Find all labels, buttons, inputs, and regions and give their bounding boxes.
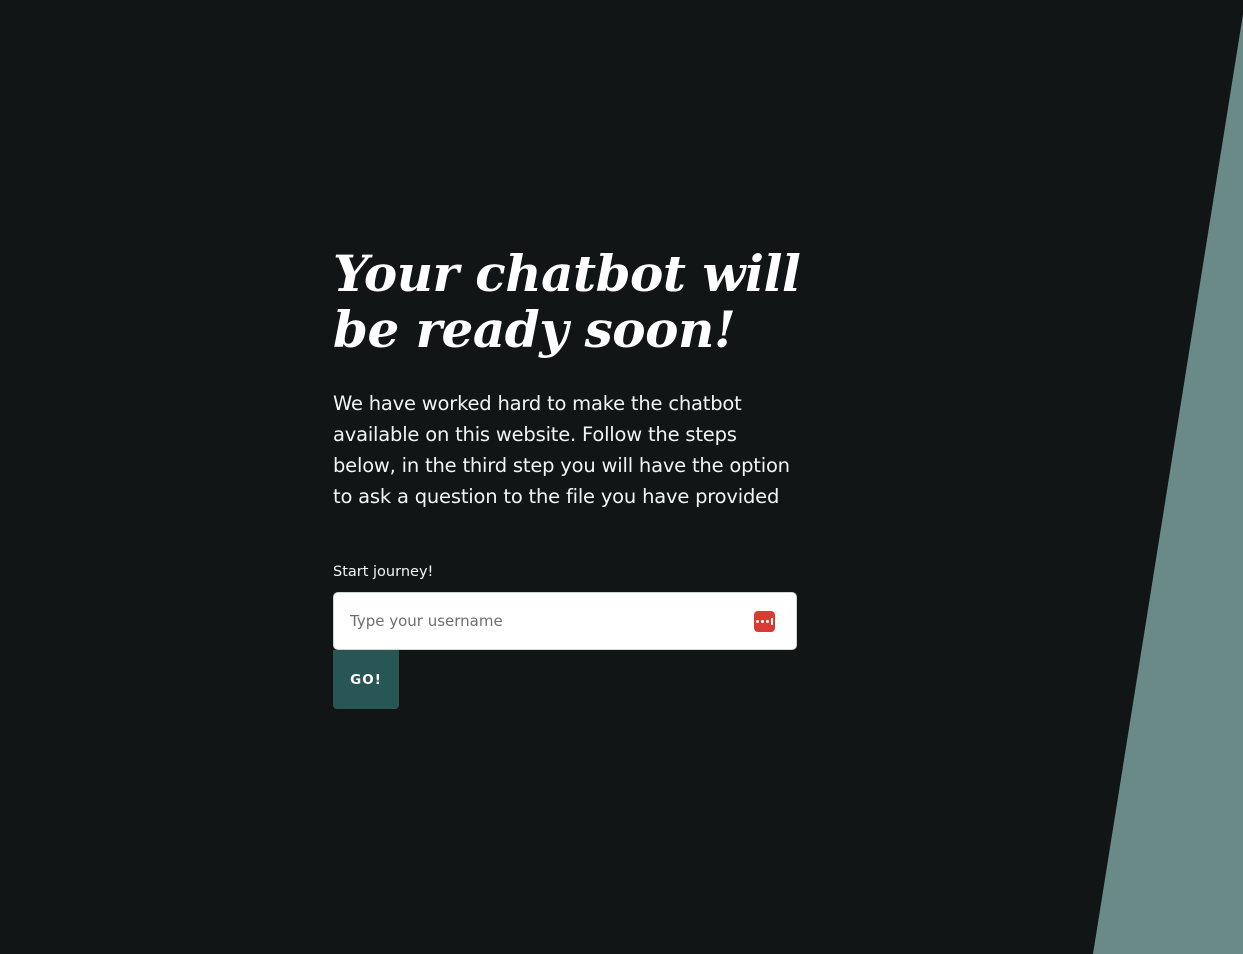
icon-dot	[756, 620, 759, 623]
icon-bar	[771, 618, 773, 625]
username-input[interactable]	[334, 593, 734, 649]
icon-dot	[766, 620, 769, 623]
page: Your chatbot will be ready soon! We have…	[0, 0, 1243, 954]
go-button[interactable]: GO!	[333, 650, 399, 709]
hero-section: Your chatbot will be ready soon! We have…	[333, 246, 803, 709]
username-field-wrapper	[333, 592, 797, 650]
icon-dot	[761, 620, 764, 623]
journey-form: Start journey! GO!	[333, 562, 803, 709]
password-manager-icon[interactable]	[754, 611, 775, 632]
page-title: Your chatbot will be ready soon!	[333, 244, 801, 359]
start-journey-label: Start journey!	[333, 564, 434, 580]
page-description: We have worked hard to make the chatbot …	[333, 392, 790, 508]
